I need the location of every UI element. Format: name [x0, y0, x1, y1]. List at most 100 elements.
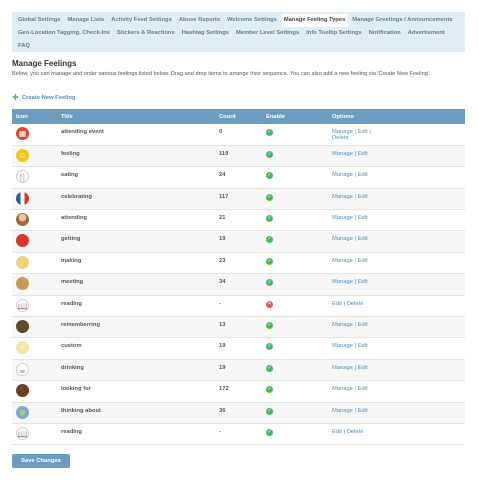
feeling-title: attending [57, 209, 215, 232]
feeling-count: 0 [215, 124, 262, 146]
tab-faq[interactable]: FAQ [15, 40, 33, 53]
edit-link[interactable]: Edit [358, 279, 368, 285]
manage-link[interactable]: Manage [332, 194, 353, 200]
manage-link[interactable]: Manage [332, 236, 353, 242]
edit-link[interactable]: Edit [358, 236, 368, 242]
enabled-check-icon[interactable]: ✓ [266, 343, 273, 351]
icon-cell: ▦ [12, 124, 57, 146]
enable-cell: ✓ [262, 402, 328, 424]
manage-link[interactable]: Manage [332, 151, 353, 157]
manage-link[interactable]: Manage [332, 172, 353, 178]
tab-manage-feeling-types[interactable]: Manage Feeling Types [280, 14, 349, 27]
handshake-icon [16, 277, 29, 291]
tab-global-settings[interactable]: Global Settings [15, 14, 64, 27]
edit-link[interactable]: Edit [358, 386, 368, 392]
edit-link[interactable]: Edit [358, 172, 368, 178]
edit-link[interactable]: Edit [358, 365, 368, 371]
delete-link[interactable]: Delete [347, 429, 364, 435]
enabled-check-icon[interactable]: ✓ [266, 172, 273, 180]
table-row[interactable]: 📖 reading - ✓ Edit | Delete [12, 423, 465, 446]
feeling-count: 19 [215, 337, 262, 360]
edit-link[interactable]: Edit [332, 301, 342, 307]
enabled-check-icon[interactable]: ✓ [266, 236, 273, 244]
enabled-check-icon[interactable]: ✓ [266, 407, 273, 415]
table-row[interactable]: attending 21 ✓ Manage | Edit [12, 209, 465, 232]
table-row[interactable]: thinking about 36 ✓ Manage | Edit [12, 402, 465, 424]
table-row[interactable]: ☕ drinking 19 ✓ Manage | Edit [12, 359, 465, 382]
table-row[interactable]: meeting 34 ✓ Manage | Edit [12, 273, 465, 296]
table-row[interactable]: getting 19 ✓ Manage | Edit [12, 230, 465, 253]
enabled-check-icon[interactable]: ✓ [266, 364, 273, 372]
icon-cell [12, 273, 57, 296]
enabled-check-icon[interactable]: ✓ [266, 257, 273, 265]
table-row[interactable]: rememberring 13 ✓ Manage | Edit [12, 316, 465, 339]
edit-link[interactable]: Edit [358, 151, 368, 157]
tab-stickers-reactions[interactable]: Stickers & Reactions [114, 27, 178, 40]
table-row[interactable]: ☺ feeling 119 ✓ Manage | Edit [12, 145, 465, 168]
edit-link[interactable]: Edit [332, 429, 342, 435]
tab-advertisment[interactable]: Advertisment [405, 27, 448, 40]
edit-link[interactable]: Edit [358, 322, 368, 328]
manage-link[interactable]: Manage [332, 215, 353, 221]
tab-abuse-reports[interactable]: Abuse Reports [176, 14, 223, 27]
options-cell: Manage | Edit [328, 166, 465, 189]
drum-icon [16, 213, 29, 227]
manage-link[interactable]: Manage [332, 322, 353, 328]
enabled-check-icon[interactable]: ✓ [266, 215, 273, 223]
tomato-icon [16, 234, 29, 248]
tab-info-tooltip-settings[interactable]: Info Tooltip Settings [303, 27, 365, 40]
tab-manage-greetings-announcements[interactable]: Manage Greetings / Announcements [349, 14, 455, 27]
table-row[interactable]: 📖 reading - ✕ Edit | Delete [12, 295, 465, 318]
manage-link[interactable]: Manage [332, 343, 353, 349]
enabled-check-icon[interactable]: ✓ [266, 428, 273, 436]
delete-link[interactable]: Delete [332, 135, 349, 141]
edit-link[interactable]: Edit [358, 408, 368, 414]
enabled-check-icon[interactable]: ✓ [266, 386, 273, 394]
table-row[interactable]: ▦ attending event 0 ✓ Manage | Edit | Delete [12, 124, 465, 146]
table-row[interactable]: looking for 172 ✓ Manage | Edit [12, 380, 465, 403]
enable-cell: ✓ [262, 230, 328, 253]
disabled-cross-icon[interactable]: ✕ [266, 300, 273, 308]
feeling-count: - [215, 423, 262, 446]
enabled-check-icon[interactable]: ✓ [266, 150, 273, 158]
table-row[interactable]: ✧ custom 19 ✓ Manage | Edit [12, 337, 465, 360]
table-row[interactable]: making 23 ✓ Manage | Edit [12, 252, 465, 275]
options-cell: Manage | Edit [328, 188, 465, 211]
edit-link[interactable]: Edit [358, 343, 368, 349]
edit-link[interactable]: Edit [358, 258, 368, 264]
edit-link[interactable]: Edit [358, 215, 368, 221]
save-changes-button[interactable]: Save Changes [12, 454, 70, 468]
sparkle-icon: ✧ [16, 341, 29, 355]
table-row[interactable]: celebrating 117 ✓ Manage | Edit [12, 188, 465, 211]
table-row[interactable]: 🍴 eating 24 ✓ Manage | Edit [12, 166, 465, 189]
tab-hashtag-settings[interactable]: Hashtag Settings [179, 27, 232, 40]
tab-activity-feed-settings[interactable]: Activity Feed Settings [108, 14, 175, 27]
feeling-count: 13 [215, 316, 262, 339]
enable-cell: ✕ [262, 295, 328, 318]
enabled-check-icon[interactable]: ✓ [266, 279, 273, 287]
tab-notification[interactable]: Notification [366, 27, 404, 40]
tab-manage-lists[interactable]: Manage Lists [65, 14, 108, 27]
edit-link[interactable]: Edit [358, 194, 368, 200]
feeling-count: - [215, 295, 262, 318]
enable-cell: ✓ [262, 209, 328, 232]
tab-geo-location-tagging-check-ins[interactable]: Geo-Location Tagging, Check-Ins [15, 27, 113, 40]
tab-member-level-settings[interactable]: Member Level Settings [233, 27, 302, 40]
options-cell: Edit | Delete [328, 295, 465, 318]
manage-link[interactable]: Manage [332, 408, 353, 414]
manage-link[interactable]: Manage [332, 365, 353, 371]
manage-link[interactable]: Manage [332, 386, 353, 392]
options-cell: Manage | Edit [328, 252, 465, 275]
manage-link[interactable]: Manage [332, 279, 353, 285]
enable-cell: ✓ [262, 380, 328, 403]
enabled-check-icon[interactable]: ✓ [266, 193, 273, 201]
edit-link[interactable]: Edit [358, 129, 368, 135]
create-feeling-link[interactable]: ✚ Create New Feeling [12, 94, 75, 102]
tab-welcome-settings[interactable]: Welcome Settings [224, 14, 280, 27]
enable-cell: ✓ [262, 337, 328, 360]
enabled-check-icon[interactable]: ✓ [266, 129, 273, 136]
enable-cell: ✓ [262, 124, 328, 146]
manage-link[interactable]: Manage [332, 258, 353, 264]
delete-link[interactable]: Delete [347, 301, 364, 307]
enabled-check-icon[interactable]: ✓ [266, 322, 273, 330]
